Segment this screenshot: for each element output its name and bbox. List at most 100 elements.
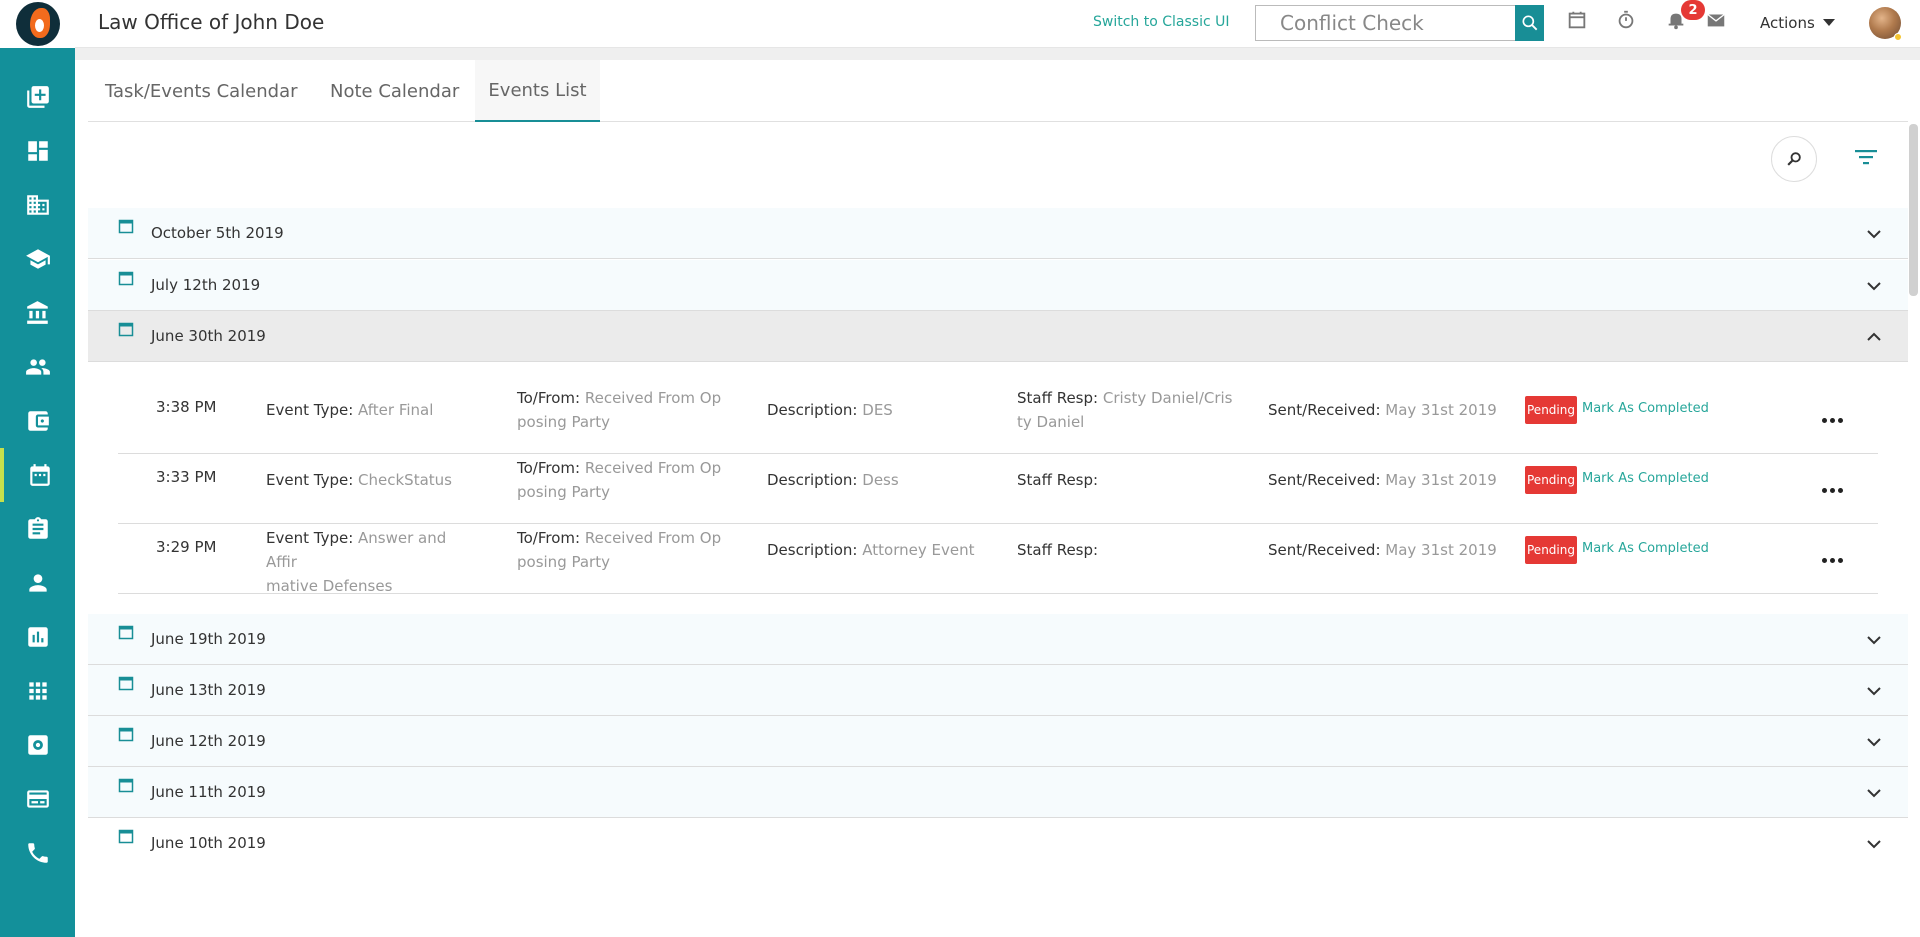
date-group-label: June 10th 2019 [151,834,266,852]
status-badge: Pending [1525,396,1577,424]
date-group-row-expanded[interactable]: June 30th 2019 [88,311,1908,362]
more-options-icon[interactable] [1820,548,1844,572]
chevron-down-icon [1867,789,1881,798]
date-group-row[interactable]: June 11th 2019 [88,767,1908,818]
sidebar-item-contacts[interactable] [0,340,75,394]
timer-icon[interactable] [1614,8,1638,32]
calendar-small-icon [118,322,134,337]
event-type-cell: Event Type: After Final [266,401,434,419]
date-group-row[interactable]: July 12th 2019 [88,260,1908,311]
calendar-small-icon [118,625,134,640]
calendar-small-icon [118,271,134,286]
description-cell: Description: DES [767,401,893,419]
sidebar-item-add[interactable] [0,70,75,124]
wallet-icon [27,411,49,431]
add-matter-icon [26,86,49,108]
date-group-label: June 30th 2019 [151,327,266,345]
conflict-check-input[interactable] [1255,5,1515,41]
bank-icon [26,301,48,324]
staff-resp-cell: Staff Resp: [1017,471,1099,489]
logo-icon [15,2,60,46]
event-time: 3:38 PM [156,398,217,416]
chart-icon [27,627,48,647]
date-group-label: June 11th 2019 [151,783,266,801]
actions-menu[interactable]: Actions [1760,14,1835,32]
date-group-label: June 13th 2019 [151,681,266,699]
sidebar-item-dashboard[interactable] [0,124,75,178]
app-logo[interactable] [0,0,75,48]
to-from-cell: To/From: Received From Op posing Party [517,529,722,571]
chevron-down-icon [1867,687,1881,696]
tab-task-events-calendar[interactable]: Task/Events Calendar [105,60,298,122]
sidebar-item-apps[interactable] [0,664,75,718]
sidebar-item-settings[interactable] [0,718,75,772]
person-icon [28,574,47,592]
date-group-row[interactable]: October 5th 2019 [88,208,1908,259]
left-sidebar [0,48,75,937]
mark-completed-link[interactable]: Mark As Completed [1582,471,1709,486]
tab-events-list[interactable]: Events List [475,60,600,122]
status-badge: Pending [1525,466,1577,494]
status-badge: Pending [1525,536,1577,564]
filter-button[interactable] [1852,145,1880,169]
firm-name: Law Office of John Doe [98,10,325,34]
sent-received-cell: Sent/Received: May 31st 2019 [1268,401,1497,419]
phone-icon [27,843,48,863]
sidebar-item-phone[interactable] [0,826,75,880]
top-bar: Law Office of John Doe Switch to Classic… [0,0,1920,48]
staff-resp-cell: Staff Resp: Cristy Daniel/Cris ty Daniel [1017,389,1233,431]
sidebar-item-billing[interactable] [0,394,75,448]
event-row: 3:38 PM Event Type: After Final To/From:… [118,384,1878,454]
date-group-row[interactable]: June 13th 2019 [88,665,1908,716]
more-options-icon[interactable] [1820,408,1844,432]
dashboard-icon [27,141,48,161]
tab-note-calendar[interactable]: Note Calendar [330,60,459,122]
search-events-button[interactable] [1771,136,1817,182]
to-from-cell: To/From: Received From Op posing Party [517,459,722,501]
building-icon [26,195,49,215]
calendar-small-icon [118,727,134,742]
date-group-row[interactable]: June 12th 2019 [88,716,1908,767]
date-group-label: June 19th 2019 [151,630,266,648]
school-icon [25,249,50,269]
mark-completed-link[interactable]: Mark As Completed [1582,401,1709,416]
calendar-header-icon[interactable] [1565,8,1589,32]
date-group-row[interactable]: June 19th 2019 [88,614,1908,665]
date-group-label: June 12th 2019 [151,732,266,750]
date-group-row[interactable]: June 10th 2019 [88,818,1908,869]
sidebar-item-tasks[interactable] [0,502,75,556]
conflict-check-search [1255,5,1544,41]
switch-classic-link[interactable]: Switch to Classic UI [1093,14,1230,30]
sidebar-item-reports[interactable] [0,610,75,664]
scrollbar-thumb[interactable] [1909,124,1918,296]
sidebar-item-firm[interactable] [0,178,75,232]
actions-label: Actions [1760,14,1815,32]
mail-icon[interactable] [1704,8,1728,32]
filter-icon [1855,150,1877,165]
card-icon [26,790,49,808]
mark-completed-link[interactable]: Mark As Completed [1582,541,1709,556]
more-options-icon[interactable] [1820,478,1844,502]
event-time: 3:33 PM [156,468,217,486]
event-type-cell: Event Type: CheckStatus [266,471,452,489]
calendar-small-icon [118,778,134,793]
settings-icon [27,735,48,755]
notification-badge: 2 [1681,0,1705,20]
chevron-down-icon [1867,636,1881,645]
sidebar-item-templates[interactable] [0,772,75,826]
calendar-small-icon [118,219,134,234]
sent-received-cell: Sent/Received: May 31st 2019 [1268,471,1497,489]
staff-resp-cell: Staff Resp: [1017,541,1099,559]
sidebar-item-education[interactable] [0,232,75,286]
search-button[interactable] [1515,5,1544,41]
sidebar-item-bank[interactable] [0,286,75,340]
sidebar-item-calendar[interactable] [0,448,75,502]
chevron-up-icon [1867,332,1881,341]
to-from-cell: To/From: Received From Op posing Party [517,389,722,431]
status-dot [1894,33,1902,41]
event-time: 3:29 PM [156,538,217,556]
magnify-icon [1787,152,1801,166]
sidebar-item-user[interactable] [0,556,75,610]
date-group-label: July 12th 2019 [151,276,261,294]
calendar-small-icon [118,829,134,844]
